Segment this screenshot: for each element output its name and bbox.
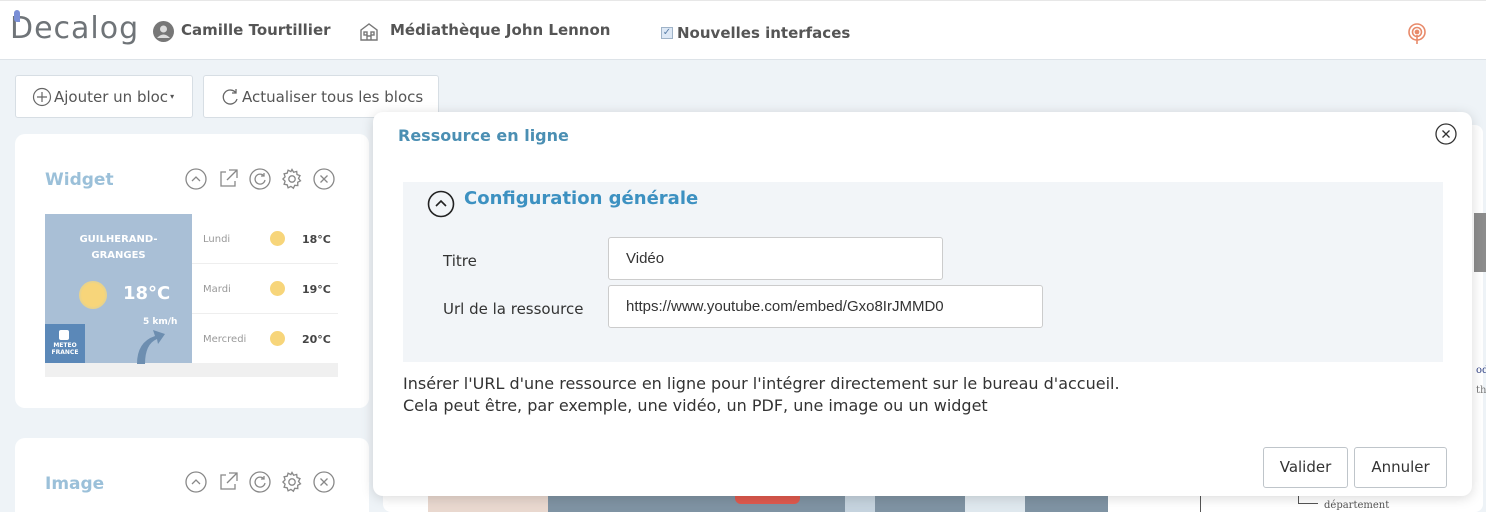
image-block-actions (185, 471, 335, 493)
sun-icon (270, 331, 285, 346)
collapse-icon[interactable] (185, 471, 207, 493)
top-bar: Decalog Camille Tourtillier Médiathèque … (0, 0, 1486, 60)
logo-text: Decalog (10, 11, 140, 46)
cancel-button[interactable]: Annuler (1354, 447, 1447, 488)
online-resource-dialog: Ressource en ligne Configuration général… (373, 112, 1472, 496)
forecast-row: Lundi 18°C (192, 214, 338, 264)
widget-block: Widget GUILHERAND-GRANGES 18°C 5 km/h ME… (15, 134, 369, 408)
wind-direction-icon (137, 330, 165, 364)
podcast-icon[interactable] (1407, 23, 1427, 45)
background-diagram-label: département (1324, 500, 1390, 511)
close-block-icon[interactable] (313, 168, 335, 190)
forecast-temp: 20°C (302, 333, 331, 346)
help-text: Insérer l'URL d'une ressource en ligne p… (403, 373, 1120, 417)
help-line: Insérer l'URL d'une ressource en ligne p… (403, 374, 1120, 393)
image-block: Image (15, 438, 369, 512)
external-link-icon[interactable] (217, 471, 239, 493)
sun-icon (270, 231, 285, 246)
current-user-name[interactable]: Camille Tourtillier (181, 21, 331, 39)
weather-current: GUILHERAND-GRANGES 18°C 5 km/h METEO FRA… (45, 214, 192, 364)
weather-current-temp: 18°C (123, 283, 171, 304)
refresh-block-icon[interactable] (249, 471, 271, 493)
plus-circle-icon (32, 87, 52, 106)
add-block-button[interactable]: Ajouter un bloc ▾ (15, 75, 193, 118)
section-title[interactable]: Configuration générale (464, 188, 698, 209)
weather-provider: METEO FRANCE (51, 342, 79, 356)
url-field[interactable]: https://www.youtube.com/embed/Gxo8IrJMMD… (608, 285, 1043, 328)
forecast-day: Mercredi (203, 334, 247, 345)
close-block-icon[interactable] (313, 471, 335, 493)
caret-down-icon: ▾ (170, 92, 175, 101)
validate-button[interactable]: Valider (1263, 447, 1348, 488)
forecast-day: Lundi (203, 234, 231, 245)
help-line: Cela peut être, par exemple, une vidéo, … (403, 396, 988, 415)
title-field[interactable]: Vidéo (608, 237, 943, 280)
weather-widget: GUILHERAND-GRANGES 18°C 5 km/h METEO FRA… (45, 214, 338, 377)
new-interfaces-checkbox[interactable]: ✓ (661, 27, 673, 39)
background-image-fragment (1474, 213, 1486, 272)
chevron-up-icon[interactable] (427, 190, 455, 218)
app-logo[interactable]: Decalog (10, 10, 140, 46)
forecast-temp: 19°C (302, 283, 331, 296)
forecast-row: Mercredi 20°C (192, 314, 338, 363)
refresh-all-label: Actualiser tous les blocs (242, 87, 424, 106)
background-text-fragment: the (1476, 385, 1486, 396)
sun-icon (79, 281, 107, 309)
url-label: Url de la ressource (443, 300, 584, 318)
gear-icon[interactable] (281, 168, 303, 190)
forecast-temp: 18°C (302, 233, 331, 246)
background-text-fragment: od (1476, 365, 1486, 376)
general-config-section: Configuration générale Titre Vidéo Url d… (403, 182, 1443, 362)
image-block-title: Image (45, 474, 105, 494)
library-name[interactable]: Médiathèque John Lennon (390, 21, 610, 39)
new-interfaces-label[interactable]: Nouvelles interfaces (677, 24, 850, 42)
user-avatar-icon (153, 21, 174, 42)
refresh-block-icon[interactable] (249, 168, 271, 190)
dialog-title: Ressource en ligne (398, 126, 569, 145)
title-label: Titre (443, 252, 477, 270)
weather-city: GUILHERAND-GRANGES (79, 234, 158, 261)
library-icon (359, 22, 379, 46)
widget-block-title: Widget (45, 170, 114, 190)
forecast-row: Mardi 19°C (192, 264, 338, 314)
sun-icon (270, 281, 285, 296)
external-link-icon[interactable] (217, 168, 239, 190)
add-block-label: Ajouter un bloc (54, 87, 169, 106)
refresh-icon (222, 88, 238, 105)
forecast-day: Mardi (203, 284, 231, 295)
gear-icon[interactable] (281, 471, 303, 493)
close-icon[interactable] (1435, 123, 1457, 145)
logo-mark (14, 10, 20, 22)
widget-block-actions (185, 168, 335, 190)
meteo-france-logo: METEO FRANCE (45, 324, 85, 363)
collapse-icon[interactable] (185, 168, 207, 190)
